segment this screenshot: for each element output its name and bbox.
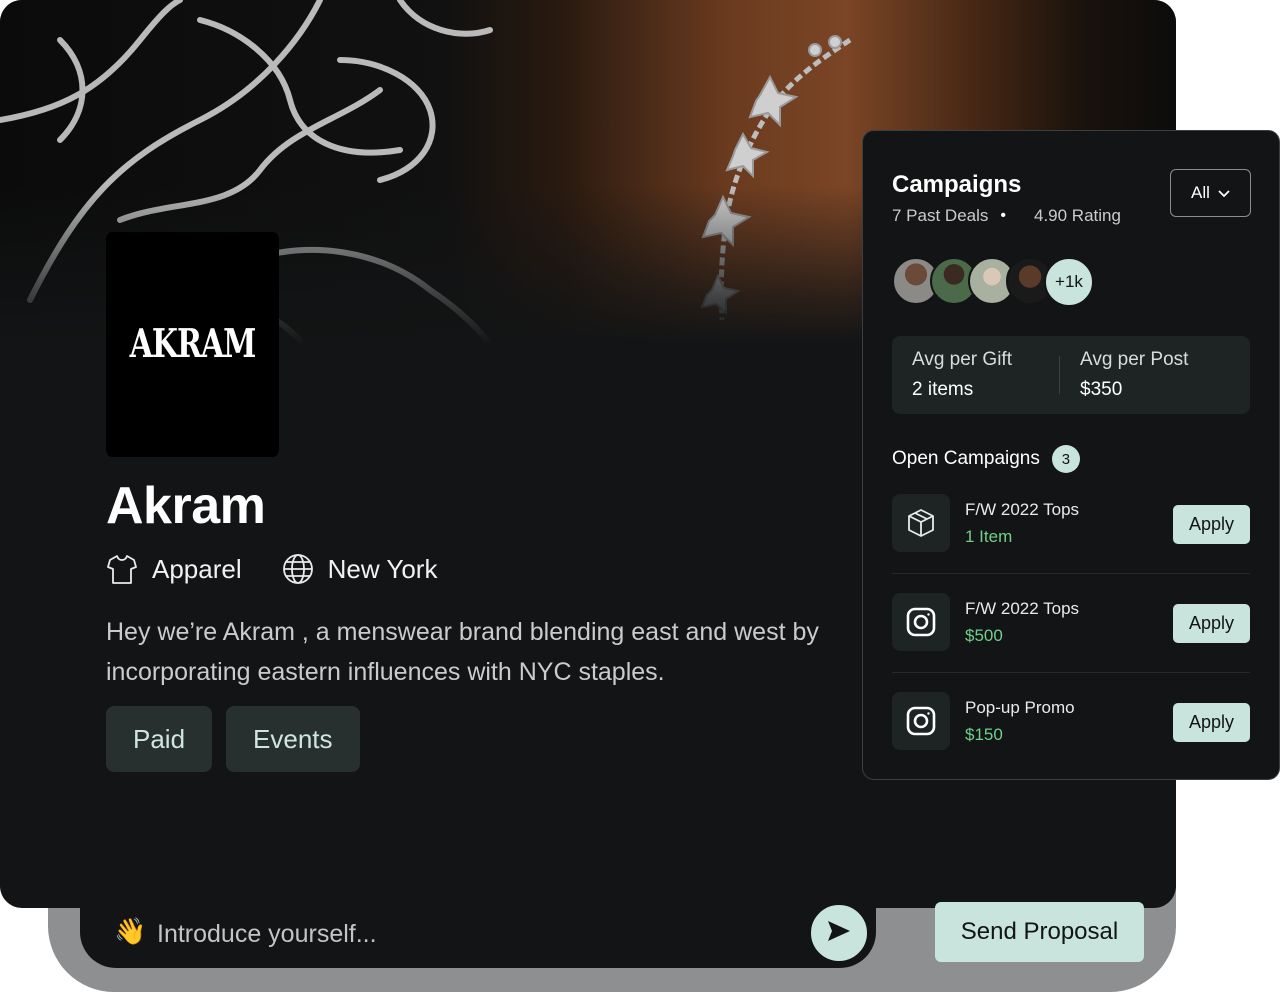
rating: 4.90 Rating [1034, 206, 1121, 225]
avg-gift: Avg per Gift 2 items [912, 349, 1012, 401]
avg-post-value: $350 [1080, 379, 1123, 400]
tag-events[interactable]: Events [226, 706, 360, 772]
apply-button[interactable]: Apply [1173, 604, 1250, 643]
campaign-detail: 1 Item [965, 527, 1013, 546]
globe-icon [282, 553, 314, 585]
open-count-badge: 3 [1051, 445, 1080, 473]
brand-meta: Apparel New York [106, 553, 437, 585]
divider [1059, 356, 1060, 394]
campaign-detail: $150 [965, 725, 1003, 744]
filter-dropdown[interactable]: All [1170, 169, 1251, 217]
avg-gift-label: Avg per Gift [912, 349, 1012, 370]
open-campaigns-header: Open Campaigns 3 [892, 445, 1080, 473]
description-line-2: incorporating eastern influences with NY… [106, 658, 665, 686]
introduce-input[interactable] [155, 914, 779, 954]
campaign-row[interactable]: Pop-up Promo $150 Apply [892, 692, 1250, 752]
description-line-1: Hey we’re Akram , a menswear brand blend… [106, 618, 819, 646]
campaign-detail: $500 [965, 626, 1003, 645]
instagram-icon [892, 593, 950, 651]
campaign-row[interactable]: F/W 2022 Tops $500 Apply [892, 593, 1250, 653]
category: Apparel [106, 553, 242, 585]
avg-gift-value: 2 items [912, 379, 974, 400]
instagram-icon [892, 692, 950, 750]
send-button[interactable] [808, 902, 870, 964]
apply-button[interactable]: Apply [1173, 703, 1250, 742]
campaign-row[interactable]: F/W 2022 Tops 1 Item Apply [892, 494, 1250, 554]
send-icon [826, 919, 852, 948]
campaigns-title: Campaigns [892, 171, 1022, 198]
brand-name: Akram [106, 477, 266, 535]
avg-post: Avg per Post $350 [1080, 349, 1188, 401]
chevron-down-icon [1218, 183, 1230, 203]
package-icon [892, 494, 950, 552]
creator-avatars: +1k [892, 257, 1094, 307]
campaign-name: Pop-up Promo [965, 698, 1075, 717]
more-avatars-badge[interactable]: +1k [1044, 257, 1094, 307]
campaigns-panel: Campaigns 7 Past Deals • 4.90 Rating All… [862, 130, 1280, 780]
location: New York [282, 553, 438, 585]
separator-dot: • [1000, 207, 1006, 224]
campaign-stats: 7 Past Deals • 4.90 Rating [892, 206, 1121, 226]
campaign-name: F/W 2022 Tops [965, 500, 1080, 519]
apply-button[interactable]: Apply [1173, 505, 1250, 544]
waving-hand-icon: 👋 [114, 916, 147, 946]
past-deals: 7 Past Deals [892, 206, 989, 225]
row-divider [892, 573, 1250, 574]
campaign-name: F/W 2022 Tops [965, 599, 1080, 618]
shirt-icon [106, 553, 138, 585]
send-proposal-button[interactable]: Send Proposal [935, 902, 1144, 962]
brand-description: Hey we’re Akram , a menswear brand blend… [106, 612, 886, 692]
avg-post-label: Avg per Post [1080, 349, 1189, 370]
location-label: New York [327, 553, 438, 584]
logo-text: AKRAM [129, 321, 257, 368]
averages-box: Avg per Gift 2 items Avg per Post $350 [892, 336, 1250, 414]
open-campaigns-label: Open Campaigns [892, 448, 1040, 469]
tag-paid[interactable]: Paid [106, 706, 213, 772]
brand-logo: AKRAM [106, 232, 279, 457]
category-label: Apparel [152, 553, 242, 584]
tag-list: Paid Events [106, 706, 360, 772]
row-divider [892, 672, 1250, 673]
filter-value: All [1191, 183, 1210, 202]
